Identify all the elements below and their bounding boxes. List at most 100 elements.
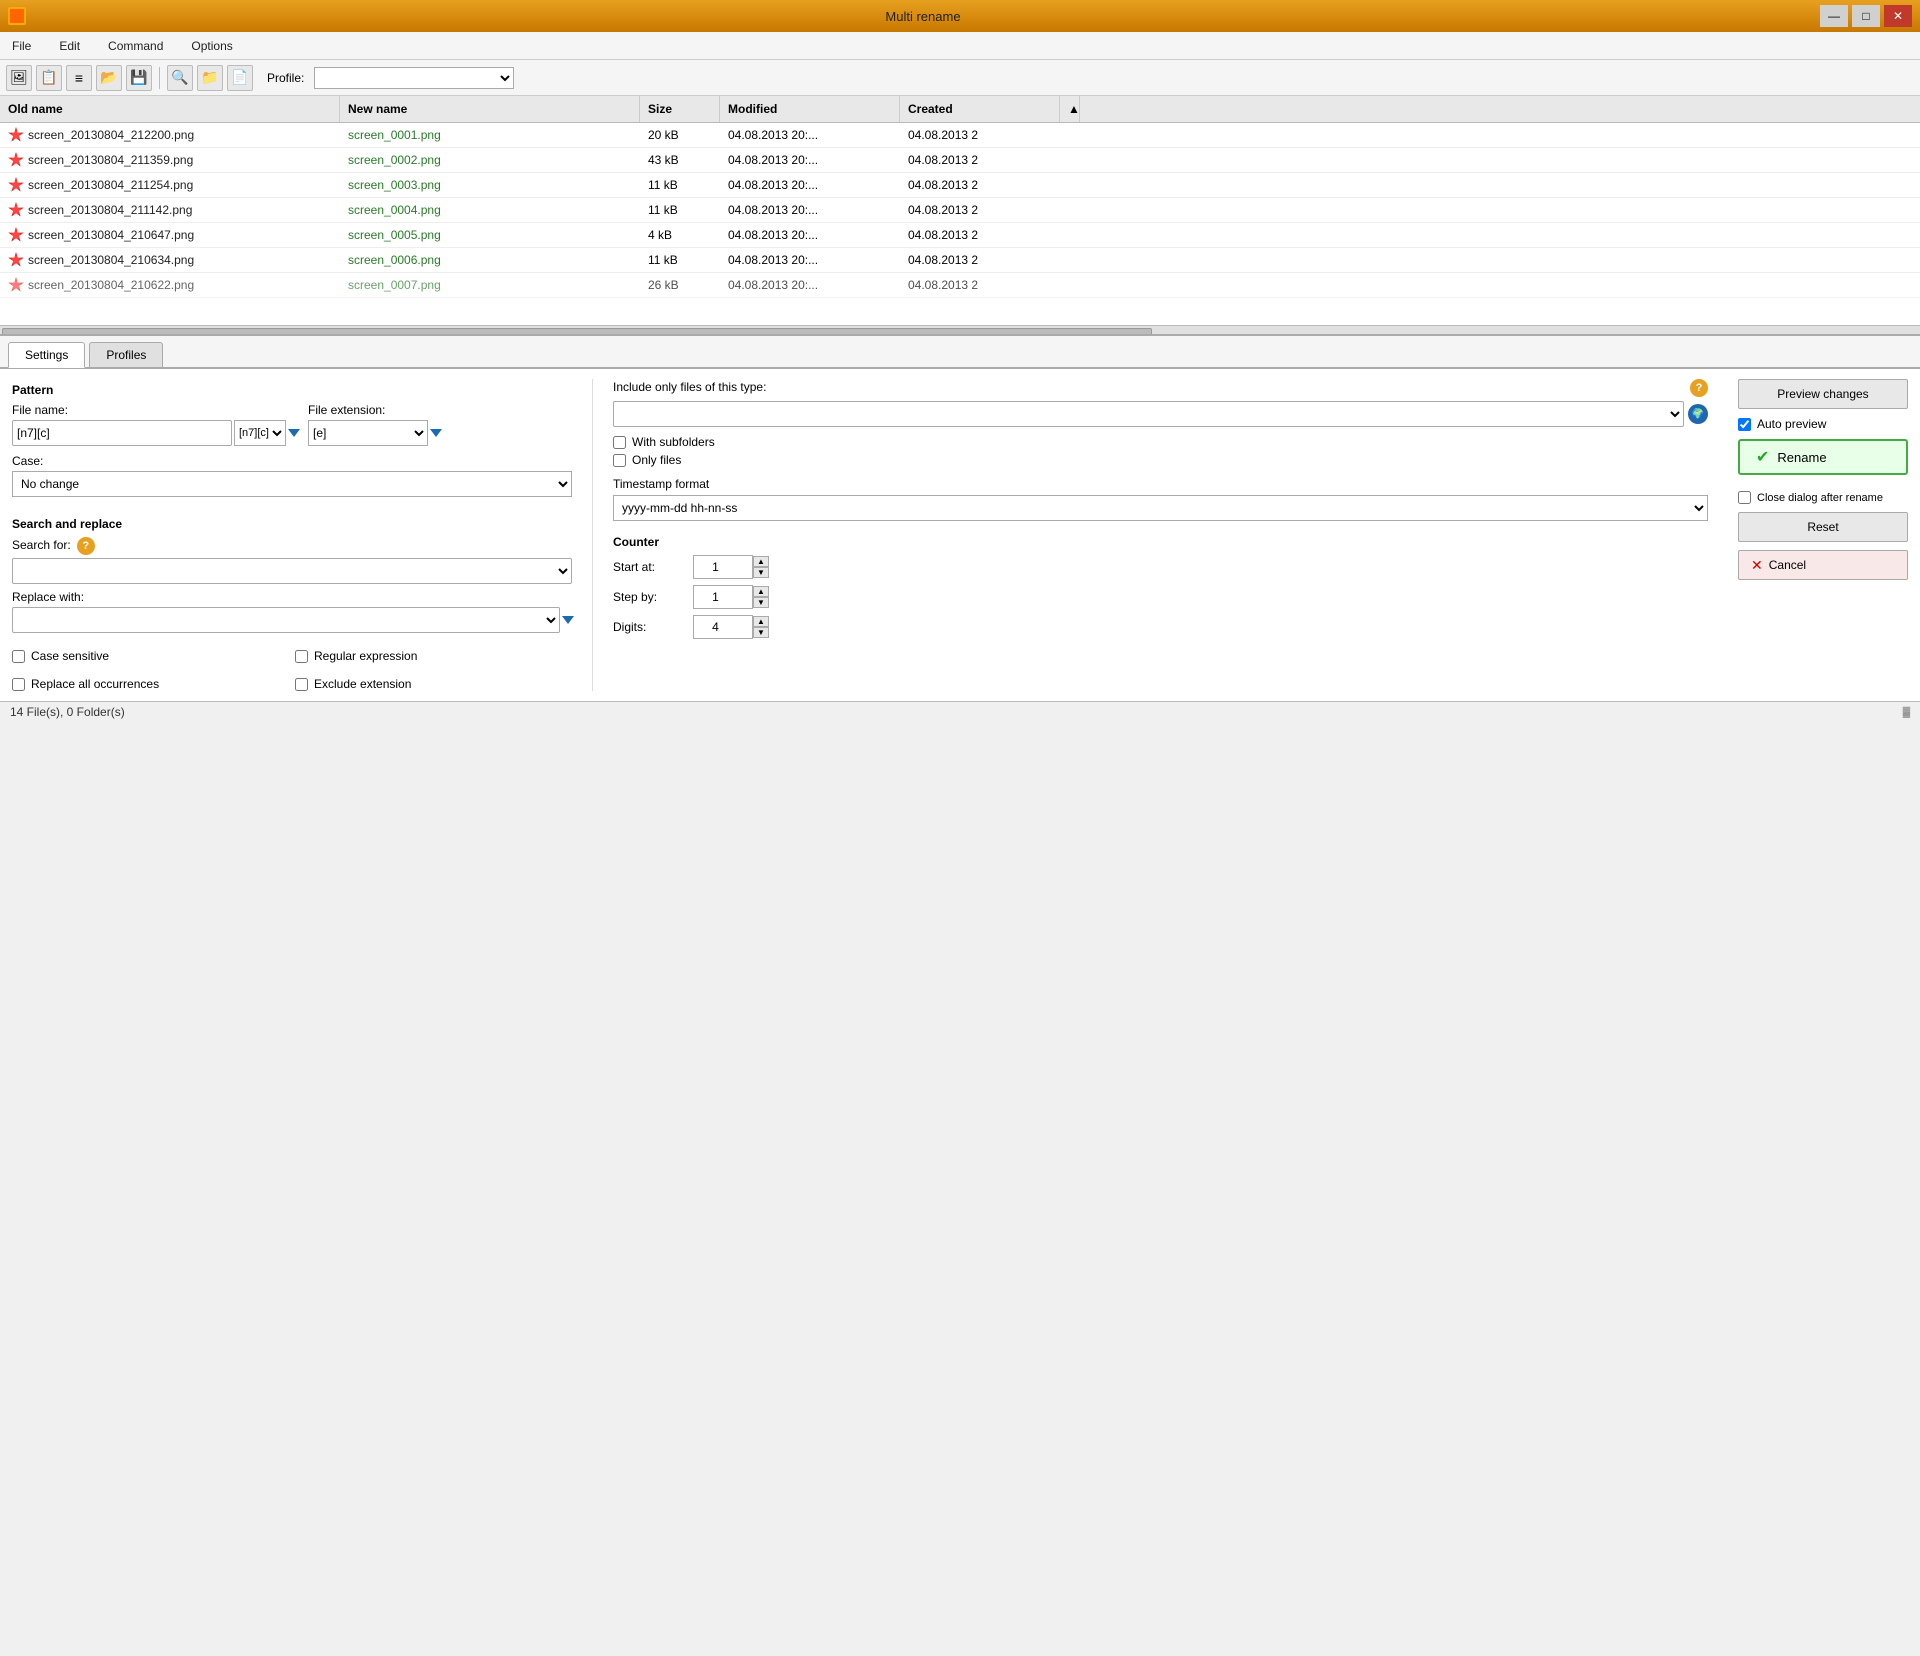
reset-button[interactable]: Reset bbox=[1738, 512, 1908, 542]
window-title: Multi rename bbox=[26, 9, 1820, 24]
start-at-input[interactable] bbox=[693, 555, 753, 579]
digits-up[interactable]: ▲ bbox=[753, 616, 769, 627]
world-icon[interactable]: 🌍 bbox=[1688, 404, 1708, 424]
auto-preview-label[interactable]: Auto preview bbox=[1757, 417, 1826, 431]
close-after-checkbox[interactable] bbox=[1738, 491, 1751, 504]
auto-preview-checkbox[interactable] bbox=[1738, 418, 1751, 431]
toolbar-btn-1[interactable]: 🖼 bbox=[6, 65, 32, 91]
type-select[interactable] bbox=[613, 401, 1684, 427]
extension-select[interactable]: [e] bbox=[308, 420, 428, 446]
step-by-input[interactable] bbox=[693, 585, 753, 609]
extension-input-row: [e] bbox=[308, 420, 440, 446]
replace-input[interactable] bbox=[12, 607, 560, 633]
with-subfolders-label[interactable]: With subfolders bbox=[632, 435, 715, 449]
tab-settings[interactable]: Settings bbox=[8, 342, 85, 368]
regular-expression-checkbox[interactable] bbox=[295, 650, 308, 663]
col-old-name[interactable]: Old name bbox=[0, 96, 340, 122]
cancel-label: Cancel bbox=[1769, 558, 1806, 572]
settings-area: Settings Profiles Pattern File name: [n7… bbox=[0, 336, 1920, 701]
replace-arrow[interactable] bbox=[562, 616, 574, 624]
toolbar-btn-6[interactable]: 🔍 bbox=[167, 65, 193, 91]
filename-input[interactable] bbox=[12, 420, 232, 446]
cell-created-4: 04.08.2013 2 bbox=[900, 199, 1060, 221]
rename-label: Rename bbox=[1777, 450, 1826, 465]
toolbar-btn-4[interactable]: 📂 bbox=[96, 65, 122, 91]
start-at-up[interactable]: ▲ bbox=[753, 556, 769, 567]
case-sensitive-checkbox[interactable] bbox=[12, 650, 25, 663]
table-row[interactable]: screen_20130804_210622.png screen_0007.p… bbox=[0, 273, 1920, 298]
digits-spinner[interactable]: ▲ ▼ bbox=[753, 616, 769, 638]
step-by-down[interactable]: ▼ bbox=[753, 597, 769, 608]
extension-arrow[interactable] bbox=[430, 429, 442, 437]
minimize-button[interactable]: — bbox=[1820, 5, 1848, 27]
filename-input-row: [n7][c] bbox=[12, 420, 298, 446]
toolbar-btn-2[interactable]: 📋 bbox=[36, 65, 62, 91]
right-buttons: Preview changes Auto preview ✔ Rename Cl… bbox=[1718, 379, 1908, 645]
start-at-spinner[interactable]: ▲ ▼ bbox=[753, 556, 769, 578]
menu-file[interactable]: File bbox=[6, 37, 37, 55]
cell-created-2: 04.08.2013 2 bbox=[900, 149, 1060, 171]
toolbar-btn-7[interactable]: 📁 bbox=[197, 65, 223, 91]
search-help-icon[interactable]: ? bbox=[77, 537, 95, 555]
table-row[interactable]: screen_20130804_212200.png screen_0001.p… bbox=[0, 123, 1920, 148]
maximize-button[interactable]: □ bbox=[1852, 5, 1880, 27]
cell-size-4: 11 kB bbox=[640, 199, 720, 221]
start-at-down[interactable]: ▼ bbox=[753, 567, 769, 578]
profile-select[interactable] bbox=[314, 67, 514, 89]
step-by-spinner[interactable]: ▲ ▼ bbox=[753, 586, 769, 608]
digits-down[interactable]: ▼ bbox=[753, 627, 769, 638]
table-row[interactable]: screen_20130804_211142.png screen_0004.p… bbox=[0, 198, 1920, 223]
file-list-body[interactable]: screen_20130804_212200.png screen_0001.p… bbox=[0, 123, 1920, 325]
col-scroll: ▲ bbox=[1060, 96, 1080, 122]
table-row[interactable]: screen_20130804_210634.png screen_0006.p… bbox=[0, 248, 1920, 273]
replace-all-checkbox[interactable] bbox=[12, 678, 25, 691]
close-button[interactable]: ✕ bbox=[1884, 5, 1912, 27]
table-row[interactable]: screen_20130804_211254.png screen_0003.p… bbox=[0, 173, 1920, 198]
close-after-label[interactable]: Close dialog after rename bbox=[1757, 492, 1883, 504]
cell-new-5: screen_0005.png bbox=[340, 224, 640, 246]
exclude-extension-checkbox[interactable] bbox=[295, 678, 308, 691]
col-created[interactable]: Created bbox=[900, 96, 1060, 122]
counter-title: Counter bbox=[613, 535, 1708, 549]
include-type-row: Include only files of this type: ? bbox=[613, 379, 1708, 397]
scroll-thumb[interactable] bbox=[2, 328, 1152, 337]
only-files-checkbox[interactable] bbox=[613, 454, 626, 467]
col-modified[interactable]: Modified bbox=[720, 96, 900, 122]
timestamp-select[interactable]: yyyy-mm-dd hh-nn-ss dd-mm-yyyy mm-dd-yyy… bbox=[613, 495, 1708, 521]
regular-expression-label[interactable]: Regular expression bbox=[314, 649, 417, 663]
exclude-extension-label[interactable]: Exclude extension bbox=[314, 677, 411, 691]
only-files-label[interactable]: Only files bbox=[632, 453, 681, 467]
cell-size-1: 20 kB bbox=[640, 124, 720, 146]
table-row[interactable]: screen_20130804_210647.png screen_0005.p… bbox=[0, 223, 1920, 248]
right-panel: Include only files of this type: ? 🌍 Wit… bbox=[592, 379, 1908, 691]
with-subfolders-checkbox[interactable] bbox=[613, 436, 626, 449]
toolbar-btn-3[interactable]: ≡ bbox=[66, 65, 92, 91]
search-input[interactable] bbox=[12, 558, 572, 584]
step-by-up[interactable]: ▲ bbox=[753, 586, 769, 597]
rename-button[interactable]: ✔ Rename bbox=[1738, 439, 1908, 475]
filename-arrow[interactable] bbox=[288, 429, 300, 437]
menu-edit[interactable]: Edit bbox=[53, 37, 86, 55]
case-select[interactable]: No change Uppercase Lowercase Title case bbox=[12, 471, 572, 497]
include-type-help-icon[interactable]: ? bbox=[1690, 379, 1708, 397]
menu-command[interactable]: Command bbox=[102, 37, 169, 55]
cell-size-5: 4 kB bbox=[640, 224, 720, 246]
toolbar-btn-8[interactable]: 📄 bbox=[227, 65, 253, 91]
preview-button[interactable]: Preview changes bbox=[1738, 379, 1908, 409]
horizontal-scrollbar[interactable] bbox=[0, 325, 1920, 336]
table-row[interactable]: screen_20130804_211359.png screen_0002.p… bbox=[0, 148, 1920, 173]
case-sensitive-label[interactable]: Case sensitive bbox=[31, 649, 109, 663]
start-at-label: Start at: bbox=[613, 560, 693, 574]
toolbar-sep-1 bbox=[159, 67, 160, 89]
menu-options[interactable]: Options bbox=[185, 37, 238, 55]
col-new-name[interactable]: New name bbox=[340, 96, 640, 122]
tab-profiles[interactable]: Profiles bbox=[89, 342, 163, 367]
digits-input[interactable] bbox=[693, 615, 753, 639]
replace-all-label[interactable]: Replace all occurrences bbox=[31, 677, 159, 691]
left-panel: Pattern File name: [n7][c] File extensio… bbox=[12, 379, 592, 691]
col-size[interactable]: Size bbox=[640, 96, 720, 122]
file-icon bbox=[8, 227, 24, 243]
toolbar-btn-5[interactable]: 💾 bbox=[126, 65, 152, 91]
cancel-button[interactable]: ✕ Cancel bbox=[1738, 550, 1908, 580]
filename-dropdown[interactable]: [n7][c] bbox=[234, 420, 286, 446]
